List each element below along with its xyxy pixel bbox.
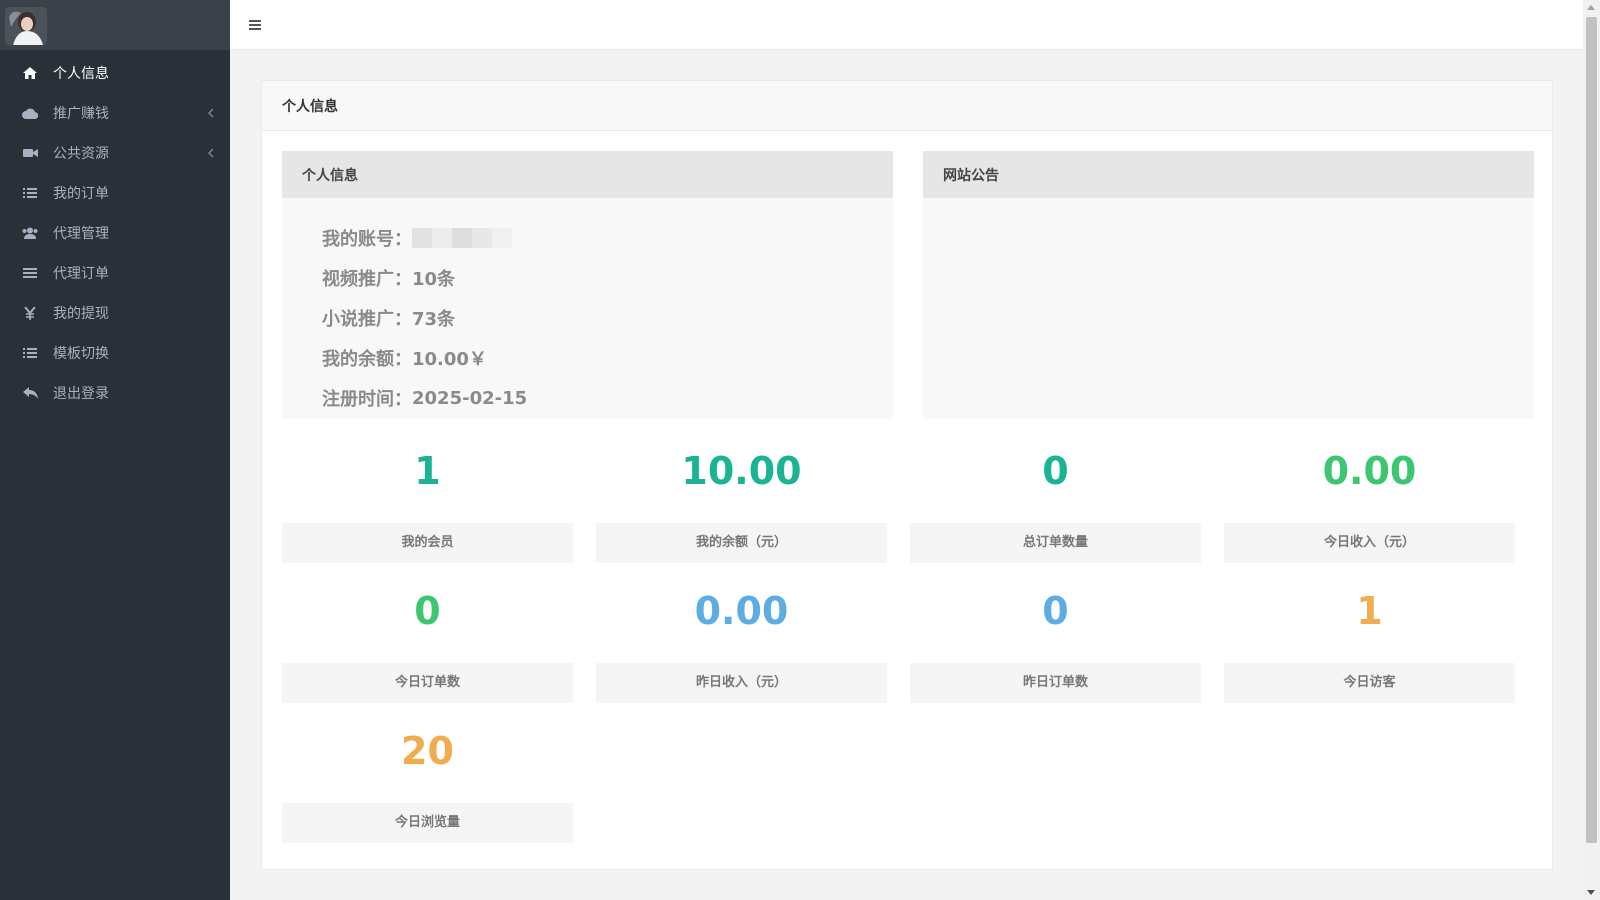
sidebar-item[interactable]: 我的提现 xyxy=(0,293,230,333)
chevron-left-icon xyxy=(206,106,216,120)
stat-tile: 1 我的会员 xyxy=(282,441,573,563)
info-label: 小说推广： xyxy=(322,309,412,330)
avatar[interactable] xyxy=(5,7,47,45)
stat-label: 今日访客 xyxy=(1224,663,1515,703)
stat-value: 0 xyxy=(414,589,441,633)
cloud-icon xyxy=(22,106,38,120)
stat-value: 1 xyxy=(1356,589,1383,633)
stat-label: 今日浏览量 xyxy=(282,803,573,843)
profile-card-title: 个人信息 xyxy=(282,151,893,198)
sidebar-item[interactable]: 模板切换 xyxy=(0,333,230,373)
account-redacted xyxy=(412,228,512,248)
stat-tile: 10.00 我的余额（元） xyxy=(596,441,887,563)
scroll-up-icon[interactable] xyxy=(1587,5,1595,10)
stat-tile: 1 今日访客 xyxy=(1224,581,1515,703)
bars-icon xyxy=(22,266,38,280)
stat-label: 昨日订单数 xyxy=(910,663,1201,703)
sidebar-item[interactable]: 退出登录 xyxy=(0,373,230,413)
stat-value: 1 xyxy=(414,449,441,493)
sidebar-header xyxy=(0,0,230,50)
stat-value: 0.00 xyxy=(694,589,789,633)
sidebar-item-label: 公共资源 xyxy=(53,146,109,162)
top-bar xyxy=(230,0,1583,50)
stat-value: 0 xyxy=(1042,449,1069,493)
scroll-down-icon[interactable] xyxy=(1587,890,1595,895)
stat-label: 昨日收入（元） xyxy=(596,663,887,703)
users-icon xyxy=(22,226,38,240)
sidebar-item-label: 推广赚钱 xyxy=(53,106,109,122)
sidebar-item-label: 个人信息 xyxy=(53,66,109,82)
sidebar-item-label: 我的订单 xyxy=(53,186,109,202)
list-icon xyxy=(22,346,38,360)
sidebar-item[interactable]: 个人信息 xyxy=(0,53,230,93)
stat-value: 10.00 xyxy=(681,449,802,493)
sidebar-item-label: 代理管理 xyxy=(53,226,109,242)
home-icon xyxy=(22,66,38,80)
sidebar-item-label: 退出登录 xyxy=(53,386,109,402)
profile-info-row: 视频推广： 10条 xyxy=(322,258,893,298)
profile-info-row: 我的余额： 10.00￥ xyxy=(322,338,893,378)
profile-info-row: 注册时间： 2025-02-15 xyxy=(322,378,893,418)
sidebar-item[interactable]: 代理订单 xyxy=(0,253,230,293)
page-scrollbar[interactable] xyxy=(1583,0,1600,900)
profile-info-row: 小说推广： 73条 xyxy=(322,298,893,338)
profile-info-list: 我的账号： 视频推广： 10条 小说推广： 73条 我的余额： 10.00￥ 注册时间： 202… xyxy=(282,198,893,418)
sidebar-item[interactable]: 我的订单 xyxy=(0,173,230,213)
info-label: 我的账号： xyxy=(322,229,412,250)
list-icon xyxy=(22,186,38,200)
profile-info-row: 我的账号： xyxy=(322,218,893,258)
stat-tile: 0 昨日订单数 xyxy=(910,581,1201,703)
sidebar-item[interactable]: 推广赚钱 xyxy=(0,93,230,133)
menu-toggle-icon[interactable] xyxy=(248,17,262,31)
info-value: 10条 xyxy=(412,269,456,290)
stat-label: 总订单数量 xyxy=(910,523,1201,563)
stat-label: 我的余额（元） xyxy=(596,523,887,563)
stat-tile: 0.00 今日收入（元） xyxy=(1224,441,1515,563)
stat-tile: 0.00 昨日收入（元） xyxy=(596,581,887,703)
sidebar-nav: 个人信息推广赚钱公共资源我的订单代理管理代理订单我的提现模板切换退出登录 xyxy=(0,50,230,413)
stat-tile: 20 今日浏览量 xyxy=(282,721,573,843)
chevron-left-icon xyxy=(206,146,216,160)
profile-card: 个人信息 我的账号： 视频推广： 10条 小说推广： 73条 我的余额： 10.00￥ 注册时… xyxy=(282,151,893,419)
notice-card: 网站公告 xyxy=(923,151,1534,419)
info-value: 2025-02-15 xyxy=(412,387,528,409)
yen-icon xyxy=(22,306,38,320)
sidebar-item-label: 代理订单 xyxy=(53,266,109,282)
sidebar-item[interactable]: 代理管理 xyxy=(0,213,230,253)
sidebar-item-label: 模板切换 xyxy=(53,346,109,362)
stat-value: 20 xyxy=(401,729,454,773)
stat-label: 我的会员 xyxy=(282,523,573,563)
info-label: 注册时间： xyxy=(322,389,412,410)
panel-title: 个人信息 xyxy=(262,81,1552,131)
info-label: 我的余额： xyxy=(322,349,412,370)
stat-label: 今日订单数 xyxy=(282,663,573,703)
sidebar-item-label: 我的提现 xyxy=(53,306,109,322)
info-value: 10.00￥ xyxy=(412,349,487,370)
scroll-thumb[interactable] xyxy=(1586,17,1597,843)
stat-label: 今日收入（元） xyxy=(1224,523,1515,563)
sidebar: 个人信息推广赚钱公共资源我的订单代理管理代理订单我的提现模板切换退出登录 xyxy=(0,0,230,900)
main-panel: 个人信息 个人信息 我的账号： 视频推广： 10条 小说推广： 73条 我的余额： 10.0… xyxy=(261,80,1553,870)
sidebar-item[interactable]: 公共资源 xyxy=(0,133,230,173)
reply-icon xyxy=(22,386,38,400)
stat-tile: 0 今日订单数 xyxy=(282,581,573,703)
video-camera-icon xyxy=(22,146,38,160)
notice-card-title: 网站公告 xyxy=(923,151,1534,198)
stat-tile: 0 总订单数量 xyxy=(910,441,1201,563)
info-label: 视频推广： xyxy=(322,269,412,290)
stat-value: 0.00 xyxy=(1322,449,1417,493)
info-value: 73条 xyxy=(412,309,456,330)
stat-value: 0 xyxy=(1042,589,1069,633)
